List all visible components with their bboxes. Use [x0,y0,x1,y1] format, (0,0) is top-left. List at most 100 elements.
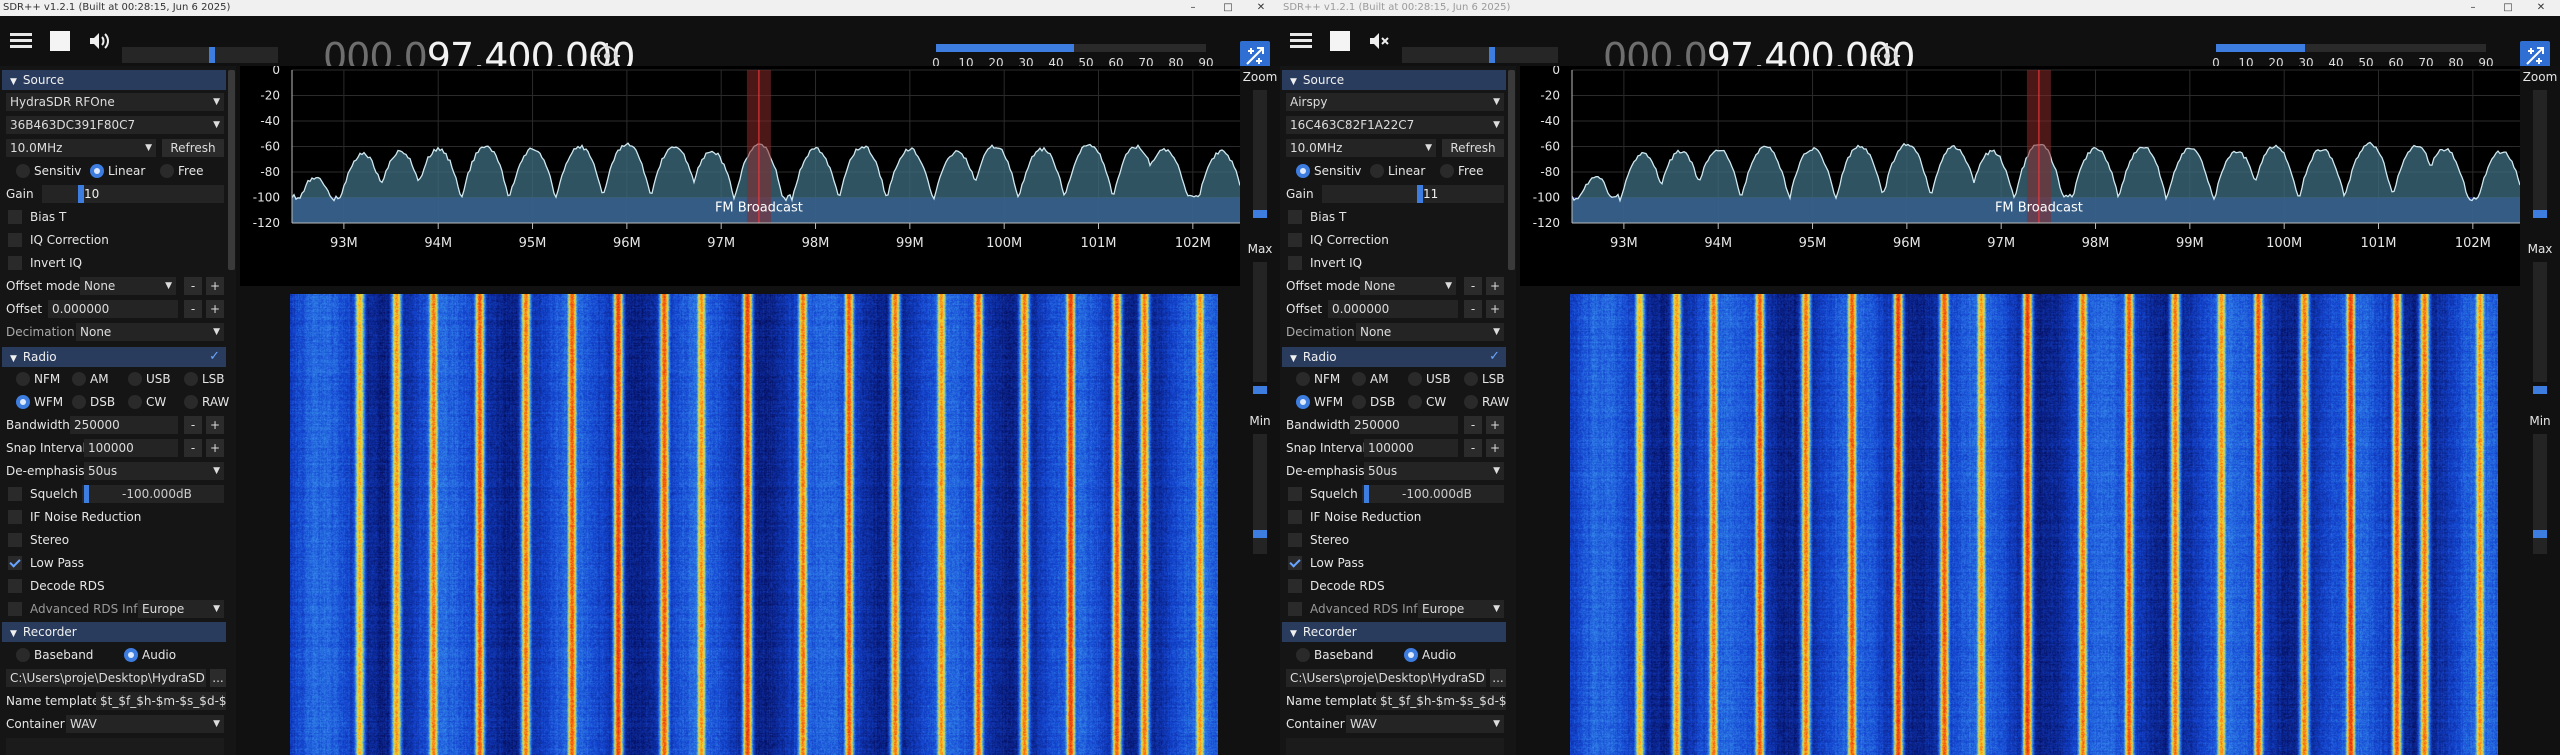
squelch-checkbox[interactable] [8,487,22,501]
menu-button[interactable] [1284,24,1318,58]
browse-button[interactable]: ... [210,669,226,687]
gain-mode-linear-radio[interactable] [90,164,104,178]
mute-button[interactable] [82,24,116,58]
collapse-icon[interactable]: ▼ [10,624,17,644]
close-icon[interactable]: ✕ [1248,0,1274,16]
if-noise-reduction-checkbox[interactable] [1288,510,1302,524]
recorder-audio-radio[interactable] [124,648,138,662]
mode-nfm-radio[interactable] [1296,372,1310,386]
mode-wfm-radio[interactable] [1296,395,1310,409]
deemphasis-select[interactable]: 50us ▼ [84,462,224,480]
minimize-icon[interactable]: – [1180,0,1206,16]
offset-mode-select[interactable]: None ▼ [1360,277,1456,295]
recorder-path-input[interactable]: C:\Users\proje\Desktop\HydraSDR [6,669,206,687]
volume-slider[interactable] [122,47,278,63]
stop-button[interactable] [43,24,77,58]
mode-cw-radio[interactable] [128,395,142,409]
mode-am-radio[interactable] [1352,372,1366,386]
squelch-handle[interactable] [84,485,89,503]
collapse-icon[interactable]: ▼ [1290,624,1297,644]
volume-slider[interactable] [1402,47,1558,63]
advanced-rds-checkbox[interactable] [8,602,22,616]
decode-rds-checkbox[interactable] [8,579,22,593]
sidebar-next-item[interactable] [6,738,224,755]
offset-mode-select[interactable]: None ▼ [80,277,176,295]
samplerate-select[interactable]: 10.0MHz ▼ [6,139,156,157]
low-pass-checkbox[interactable] [8,556,22,570]
gain-mode-sensitivity-radio[interactable] [1296,164,1310,178]
sidebar-scrollbar[interactable] [1508,70,1515,270]
stereo-checkbox[interactable] [8,533,22,547]
offset-input[interactable]: 0.000000 [48,300,178,318]
mute-button[interactable] [1362,24,1396,58]
increment-button[interactable]: + [206,277,224,295]
squelch-handle[interactable] [1364,485,1369,503]
zoom-handle[interactable] [1253,210,1267,218]
decimation-select[interactable]: None ▼ [1356,323,1504,341]
rds-region-select[interactable]: Europe ▼ [1418,600,1504,618]
increment-button[interactable]: + [1486,439,1504,457]
if-noise-reduction-checkbox[interactable] [8,510,22,524]
browse-button[interactable]: ... [1490,669,1506,687]
decrement-button[interactable]: - [184,416,202,434]
mode-wfm-radio[interactable] [16,395,30,409]
device-select[interactable]: Airspy ▼ [1286,93,1504,111]
fft-spectrum[interactable]: 0 -20 -40 -60 -80 -100 -120 93M 94M 95M 96M 97M 98M 9… [1520,66,2520,286]
recorder-path-input[interactable]: C:\Users\proje\Desktop\HydraSDR [1286,669,1486,687]
increment-button[interactable]: + [206,439,224,457]
max-slider[interactable] [2533,262,2547,394]
mode-cw-radio[interactable] [1408,395,1422,409]
decrement-button[interactable]: - [184,439,202,457]
gain-slider[interactable]: 10 [42,185,224,203]
maximize-icon[interactable]: □ [2495,0,2521,16]
sidebar-next-item[interactable] [1286,738,1504,755]
invert-iq-checkbox[interactable] [1288,256,1302,270]
gain-slider[interactable]: 11 [1322,185,1504,203]
mode-dsb-radio[interactable] [72,395,86,409]
name-template-input[interactable]: $t_$f_$h-$m-$s_$d-$M [96,692,226,710]
gain-mode-free-radio[interactable] [160,164,174,178]
decode-rds-checkbox[interactable] [1288,579,1302,593]
sidebar-scrollbar[interactable] [228,70,235,270]
increment-button[interactable]: + [206,416,224,434]
max-slider[interactable] [1253,262,1267,394]
stereo-checkbox[interactable] [1288,533,1302,547]
refresh-button[interactable]: Refresh [162,139,224,157]
mode-usb-radio[interactable] [1408,372,1422,386]
decrement-button[interactable]: - [1464,439,1482,457]
container-select[interactable]: WAV ▼ [1346,715,1504,733]
increment-button[interactable]: + [1486,416,1504,434]
rds-region-select[interactable]: Europe ▼ [138,600,224,618]
radio-enabled-check-icon[interactable]: ✓ [209,347,220,367]
container-select[interactable]: WAV ▼ [66,715,224,733]
gain-mode-sensitivity-radio[interactable] [16,164,30,178]
min-handle[interactable] [1253,530,1267,538]
low-pass-checkbox[interactable] [1288,556,1302,570]
snap-interval-input[interactable]: 100000 [84,439,178,457]
decrement-button[interactable]: - [184,300,202,318]
minimize-icon[interactable]: – [2460,0,2486,16]
stop-button[interactable] [1323,24,1357,58]
waterfall[interactable] [1570,294,2498,755]
mode-lsb-radio[interactable] [1464,372,1478,386]
decrement-button[interactable]: - [1464,277,1482,295]
collapse-icon[interactable]: ▼ [1290,349,1297,369]
serial-select[interactable]: 16C463C82F1A22C7 ▼ [1286,116,1504,134]
bandwidth-input[interactable]: 250000 [1350,416,1458,434]
collapse-icon[interactable]: ▼ [10,349,17,369]
bias-t-checkbox[interactable] [1288,210,1302,224]
invert-iq-checkbox[interactable] [8,256,22,270]
increment-button[interactable]: + [1486,300,1504,318]
snap-interval-input[interactable]: 100000 [1364,439,1458,457]
mode-am-radio[interactable] [72,372,86,386]
recorder-audio-radio[interactable] [1404,648,1418,662]
recorder-baseband-radio[interactable] [1296,648,1310,662]
mode-usb-radio[interactable] [128,372,142,386]
serial-select[interactable]: 36B463DC391F80C7 ▼ [6,116,224,134]
volume-handle[interactable] [1489,47,1495,63]
menu-button[interactable] [4,24,38,58]
iq-correction-checkbox[interactable] [1288,233,1302,247]
increment-button[interactable]: + [1486,277,1504,295]
maximize-icon[interactable]: □ [1215,0,1241,16]
min-slider[interactable] [1253,434,1267,554]
